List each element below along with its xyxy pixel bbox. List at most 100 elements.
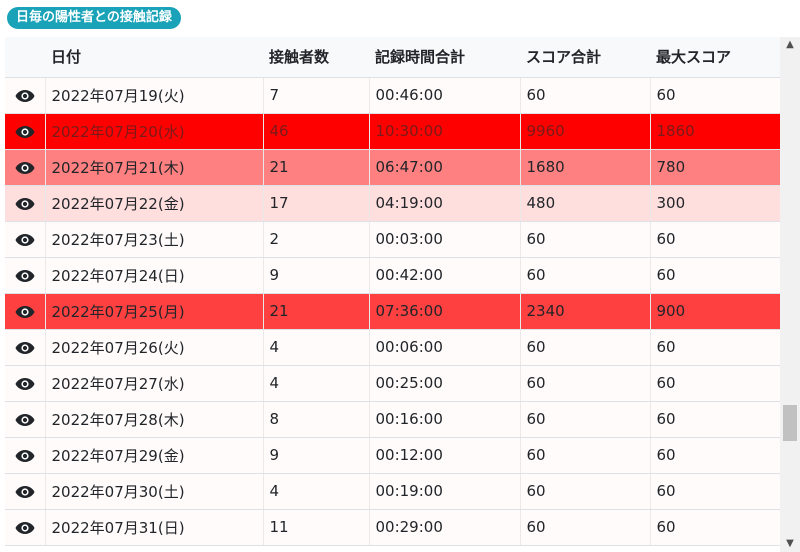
view-detail-cell[interactable] bbox=[5, 401, 46, 438]
view-detail-cell[interactable] bbox=[5, 473, 46, 510]
view-detail-cell[interactable] bbox=[5, 437, 46, 474]
cell-total-time: 00:06:00 bbox=[369, 329, 521, 366]
cell-contact-count: 21 bbox=[263, 293, 370, 330]
table-row[interactable]: 2022年07月27(水) 4 00:25:00 60 60 bbox=[5, 365, 780, 402]
cell-total-time: 00:29:00 bbox=[369, 509, 521, 546]
cell-date: 2022年07月21(木) bbox=[45, 149, 264, 186]
eye-icon[interactable] bbox=[15, 446, 35, 464]
table-row[interactable]: 2022年07月20(水) 46 10:30:00 9960 1860 bbox=[5, 113, 780, 150]
view-detail-cell[interactable] bbox=[5, 365, 46, 402]
header-total-score[interactable]: スコア合計 bbox=[520, 37, 650, 78]
cell-total-time: 06:47:00 bbox=[369, 149, 521, 186]
cell-contact-count: 2 bbox=[263, 221, 370, 258]
eye-icon[interactable] bbox=[15, 302, 35, 320]
cell-date: 2022年07月26(火) bbox=[45, 329, 264, 366]
cell-total-time: 00:03:00 bbox=[369, 221, 521, 258]
cell-total-time: 10:30:00 bbox=[369, 113, 521, 150]
view-detail-cell[interactable] bbox=[5, 293, 46, 330]
table-row[interactable]: 2022年07月30(土) 4 00:19:00 60 60 bbox=[5, 473, 780, 510]
cell-date: 2022年07月28(木) bbox=[45, 401, 264, 438]
cell-total-time: 00:46:00 bbox=[369, 77, 521, 114]
table-row[interactable]: 2022年07月21(木) 21 06:47:00 1680 780 bbox=[5, 149, 780, 186]
section-title-badge: 日毎の陽性者との接触記録 bbox=[7, 7, 181, 29]
view-detail-cell[interactable] bbox=[5, 329, 46, 366]
cell-date: 2022年07月31(日) bbox=[45, 509, 264, 546]
view-detail-cell[interactable] bbox=[5, 77, 46, 114]
header-max-score[interactable]: 最大スコア bbox=[650, 37, 780, 78]
cell-total-time: 07:36:00 bbox=[369, 293, 521, 330]
cell-total-time: 00:19:00 bbox=[369, 473, 521, 510]
header-date[interactable]: 日付 bbox=[45, 37, 263, 78]
cell-date: 2022年07月27(水) bbox=[45, 365, 264, 402]
cell-total-time: 00:42:00 bbox=[369, 257, 521, 294]
table-row[interactable]: 2022年07月28(木) 8 00:16:00 60 60 bbox=[5, 401, 780, 438]
eye-icon[interactable] bbox=[15, 86, 35, 104]
eye-icon[interactable] bbox=[15, 266, 35, 284]
table-header: 日付 接触者数 記録時間合計 スコア合計 最大スコア bbox=[5, 37, 780, 78]
cell-total-score: 60 bbox=[520, 221, 651, 258]
table-body: 2022年07月19(火) 7 00:46:00 60 60 2022年07月20(水) 4… bbox=[5, 77, 780, 546]
cell-max-score: 60 bbox=[650, 365, 780, 402]
table-row[interactable]: 2022年07月31(日) 11 00:29:00 60 60 bbox=[5, 509, 780, 546]
cell-total-time: 00:12:00 bbox=[369, 437, 521, 474]
cell-max-score: 60 bbox=[650, 473, 780, 510]
scrollbar-thumb[interactable] bbox=[783, 405, 797, 441]
cell-max-score: 60 bbox=[650, 257, 780, 294]
cell-contact-count: 17 bbox=[263, 185, 370, 222]
eye-icon[interactable] bbox=[15, 338, 35, 356]
header-total-time[interactable]: 記録時間合計 bbox=[369, 37, 520, 78]
cell-date: 2022年07月25(月) bbox=[45, 293, 264, 330]
cell-date: 2022年07月19(火) bbox=[45, 77, 264, 114]
cell-max-score: 300 bbox=[650, 185, 780, 222]
cell-date: 2022年07月24(日) bbox=[45, 257, 264, 294]
cell-max-score: 900 bbox=[650, 293, 780, 330]
cell-total-score: 60 bbox=[520, 77, 651, 114]
header-action bbox=[5, 37, 45, 78]
cell-total-score: 1680 bbox=[520, 149, 651, 186]
cell-total-time: 00:25:00 bbox=[369, 365, 521, 402]
cell-max-score: 780 bbox=[650, 149, 780, 186]
cell-contact-count: 11 bbox=[263, 509, 370, 546]
chevron-up-icon[interactable]: ▲ bbox=[780, 37, 800, 53]
eye-icon[interactable] bbox=[15, 410, 35, 428]
table-row[interactable]: 2022年07月29(金) 9 00:12:00 60 60 bbox=[5, 437, 780, 474]
eye-icon[interactable] bbox=[15, 482, 35, 500]
table-row[interactable]: 2022年07月24(日) 9 00:42:00 60 60 bbox=[5, 257, 780, 294]
eye-icon[interactable] bbox=[15, 518, 35, 536]
table-row[interactable]: 2022年07月25(月) 21 07:36:00 2340 900 bbox=[5, 293, 780, 330]
view-detail-cell[interactable] bbox=[5, 113, 46, 150]
chevron-down-icon[interactable]: ▼ bbox=[780, 536, 800, 552]
cell-contact-count: 9 bbox=[263, 437, 370, 474]
cell-max-score: 1860 bbox=[650, 113, 780, 150]
table-row[interactable]: 2022年07月23(土) 2 00:03:00 60 60 bbox=[5, 221, 780, 258]
view-detail-cell[interactable] bbox=[5, 221, 46, 258]
cell-total-score: 60 bbox=[520, 509, 651, 546]
cell-total-score: 60 bbox=[520, 401, 651, 438]
cell-contact-count: 4 bbox=[263, 473, 370, 510]
table-row[interactable]: 2022年07月26(火) 4 00:06:00 60 60 bbox=[5, 329, 780, 366]
cell-max-score: 60 bbox=[650, 509, 780, 546]
cell-contact-count: 8 bbox=[263, 401, 370, 438]
table-row[interactable]: 2022年07月22(金) 17 04:19:00 480 300 bbox=[5, 185, 780, 222]
cell-max-score: 60 bbox=[650, 437, 780, 474]
cell-total-score: 60 bbox=[520, 473, 651, 510]
cell-contact-count: 4 bbox=[263, 329, 370, 366]
view-detail-cell[interactable] bbox=[5, 257, 46, 294]
cell-total-score: 2340 bbox=[520, 293, 651, 330]
view-detail-cell[interactable] bbox=[5, 509, 46, 546]
eye-icon[interactable] bbox=[15, 230, 35, 248]
view-detail-cell[interactable] bbox=[5, 185, 46, 222]
cell-total-score: 60 bbox=[520, 365, 651, 402]
eye-icon[interactable] bbox=[15, 374, 35, 392]
eye-icon[interactable] bbox=[15, 158, 35, 176]
cell-contact-count: 4 bbox=[263, 365, 370, 402]
cell-max-score: 60 bbox=[650, 329, 780, 366]
header-contact-count[interactable]: 接触者数 bbox=[263, 37, 369, 78]
eye-icon[interactable] bbox=[15, 122, 35, 140]
cell-total-score: 60 bbox=[520, 437, 651, 474]
vertical-scrollbar[interactable]: ▲ ▼ bbox=[780, 37, 800, 552]
eye-icon[interactable] bbox=[15, 194, 35, 212]
header-row: 日付 接触者数 記録時間合計 スコア合計 最大スコア bbox=[5, 37, 780, 78]
table-row[interactable]: 2022年07月19(火) 7 00:46:00 60 60 bbox=[5, 77, 780, 114]
view-detail-cell[interactable] bbox=[5, 149, 46, 186]
